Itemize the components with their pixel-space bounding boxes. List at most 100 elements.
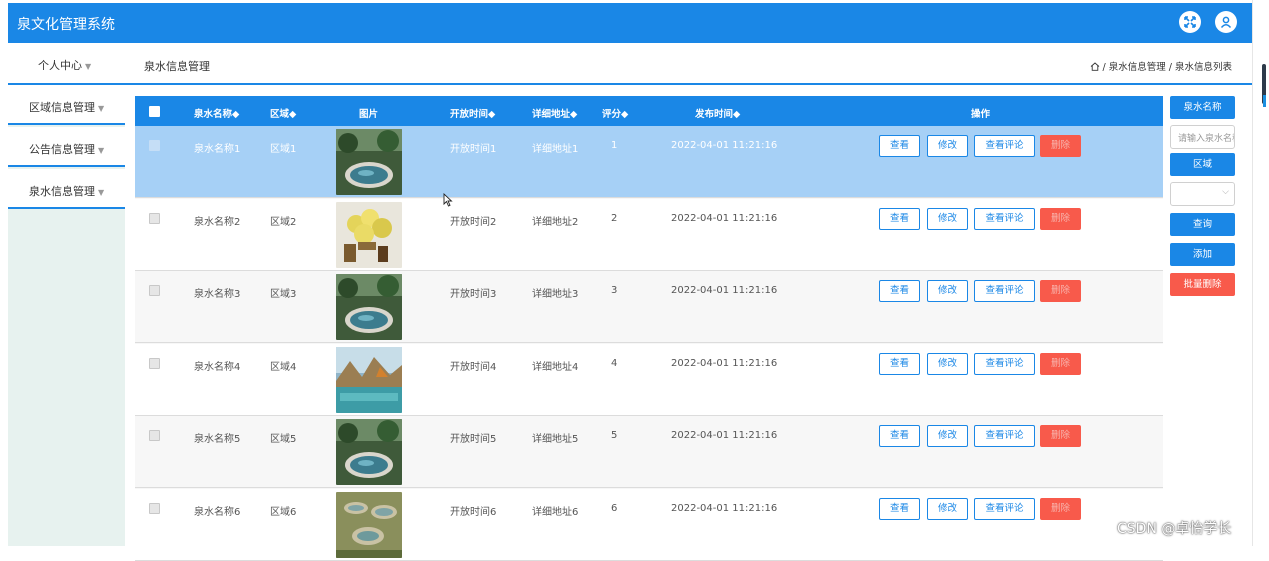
table-row[interactable]: 泉水名称4 区域4 开放时间4 详细地址4 4 2022-04-01 11:21…	[135, 343, 1163, 416]
cell-address: 详细地址4	[532, 361, 579, 373]
table-header: 泉水名称◆ 区域◆ 图片 开放时间◆ 详细地址◆ 评分◆ 发布时间◆ 操作	[135, 96, 1163, 126]
caret-down-icon: ▼	[98, 104, 105, 113]
col-header-address[interactable]: 详细地址◆	[532, 106, 577, 120]
sidebar-item-notice-info[interactable]: 公告信息管理 ▼	[8, 127, 125, 167]
cell-score: 2	[611, 212, 618, 224]
breadcrumb-text: / 泉水信息管理 / 泉水信息列表	[1102, 62, 1232, 73]
row-checkbox[interactable]	[149, 430, 160, 441]
cell-score: 4	[611, 357, 618, 369]
cell-address: 详细地址6	[532, 506, 579, 518]
personal-center-menu[interactable]: 个人中心 ▼	[38, 57, 91, 73]
edit-button[interactable]: 修改	[927, 352, 968, 375]
sidebar-item-label: 区域信息管理	[29, 101, 95, 114]
sidebar-item-region-info[interactable]: 区域信息管理 ▼	[8, 85, 125, 125]
cell-region: 区域4	[270, 361, 297, 373]
view-comments-button[interactable]: 查看评论	[974, 280, 1035, 302]
sidebar: 区域信息管理 ▼ 公告信息管理 ▼ 泉水信息管理 ▼	[8, 85, 125, 546]
view-comments-button[interactable]: 查看评论	[974, 207, 1035, 230]
mouse-cursor-icon	[443, 192, 453, 211]
expand-icon[interactable]	[1179, 11, 1201, 33]
cell-address: 详细地址2	[532, 216, 579, 228]
col-header-region[interactable]: 区域◆	[270, 106, 296, 120]
region-filter-label: 区域	[1170, 153, 1235, 176]
cell-open-time: 开放时间6	[450, 506, 497, 518]
view-button[interactable]: 查看	[879, 425, 920, 447]
cell-score: 3	[611, 285, 618, 296]
edit-button[interactable]: 修改	[927, 207, 968, 230]
view-button[interactable]: 查看	[879, 135, 920, 157]
col-header-score[interactable]: 评分◆	[602, 106, 628, 120]
table-row[interactable]: 泉水名称5 区域5 开放时间5 详细地址5 5 2022-04-01 11:21…	[135, 416, 1163, 488]
view-button[interactable]: 查看	[879, 352, 920, 375]
user-icon[interactable]	[1215, 11, 1237, 33]
delete-button[interactable]: 删除	[1040, 497, 1081, 520]
cell-publish-time: 2022-04-01 11:21:16	[671, 212, 778, 224]
batch-delete-button[interactable]: 批量删除	[1170, 273, 1235, 296]
row-checkbox[interactable]	[149, 140, 160, 151]
select-all-checkbox[interactable]	[149, 106, 160, 117]
view-comments-button[interactable]: 查看评论	[974, 497, 1035, 520]
cell-open-time: 开放时间5	[450, 434, 497, 445]
row-checkbox[interactable]	[149, 285, 160, 296]
cell-publish-time: 2022-04-01 11:21:16	[671, 430, 778, 441]
view-button[interactable]: 查看	[879, 280, 920, 302]
table-row[interactable]: 泉水名称3 区域3 开放时间3 详细地址3 3 2022-04-01 11:21…	[135, 271, 1163, 343]
cell-publish-time: 2022-04-01 11:21:16	[671, 285, 778, 296]
cell-publish-time: 2022-04-01 11:21:16	[671, 502, 778, 514]
col-header-open-time[interactable]: 开放时间◆	[450, 106, 495, 120]
app-title: 泉文化管理系统	[17, 17, 115, 33]
delete-button[interactable]: 删除	[1040, 135, 1081, 157]
cell-name: 泉水名称2	[194, 216, 241, 228]
chevron-down-icon: ⌵	[1222, 187, 1229, 197]
col-header-name[interactable]: 泉水名称◆	[194, 106, 239, 120]
home-icon[interactable]	[1090, 62, 1100, 71]
view-comments-button[interactable]: 查看评论	[974, 425, 1035, 447]
edit-button[interactable]: 修改	[927, 280, 968, 302]
table-row[interactable]: 泉水名称6 区域6 开放时间6 详细地址6 6 2022-04-01 11:21…	[135, 488, 1163, 561]
query-button[interactable]: 查询	[1170, 213, 1235, 236]
view-button[interactable]: 查看	[879, 497, 920, 520]
cell-score: 5	[611, 430, 618, 441]
caret-down-icon: ▼	[98, 146, 105, 155]
delete-button[interactable]: 删除	[1040, 207, 1081, 230]
cell-region: 区域5	[270, 434, 297, 445]
view-comments-button[interactable]: 查看评论	[974, 352, 1035, 375]
cell-region: 区域3	[270, 289, 297, 300]
row-checkbox[interactable]	[149, 212, 160, 224]
region-select[interactable]: ⌵	[1170, 182, 1235, 206]
name-search-input[interactable]: 请输入泉水名称	[1170, 125, 1235, 149]
window-scrollbar[interactable]	[1252, 0, 1269, 546]
table-row[interactable]: 泉水名称2 区域2 开放时间2 详细地址2 2 2022-04-01 11:21…	[135, 198, 1163, 271]
page-title: 泉水信息管理	[144, 60, 210, 73]
delete-button[interactable]: 删除	[1040, 352, 1081, 375]
view-comments-button[interactable]: 查看评论	[974, 135, 1035, 157]
cell-name: 泉水名称6	[194, 506, 241, 518]
row-checkbox[interactable]	[149, 502, 160, 514]
cell-region: 区域1	[270, 144, 297, 155]
cell-address: 详细地址5	[532, 434, 579, 445]
personal-center-label: 个人中心	[38, 59, 82, 72]
view-button[interactable]: 查看	[879, 207, 920, 230]
name-filter-label: 泉水名称	[1170, 96, 1235, 119]
cell-publish-time: 2022-04-01 11:21:16	[671, 140, 778, 151]
delete-button[interactable]: 删除	[1040, 425, 1081, 447]
row-checkbox[interactable]	[149, 357, 160, 369]
caret-down-icon: ▼	[98, 188, 105, 197]
edit-button[interactable]: 修改	[927, 135, 968, 157]
cell-region: 区域6	[270, 506, 297, 518]
cell-address: 详细地址3	[532, 289, 579, 300]
delete-button[interactable]: 删除	[1040, 280, 1081, 302]
table-row[interactable]: 泉水名称1 区域1 开放时间1 详细地址1 1 2022-04-01 11:21…	[135, 126, 1163, 198]
cell-region: 区域2	[270, 216, 297, 228]
sidebar-item-spring-info[interactable]: 泉水信息管理 ▼	[8, 169, 125, 209]
cell-publish-time: 2022-04-01 11:21:16	[671, 357, 778, 369]
edit-button[interactable]: 修改	[927, 497, 968, 520]
cell-name: 泉水名称3	[194, 289, 241, 300]
col-header-publish-time[interactable]: 发布时间◆	[695, 106, 740, 120]
cell-address: 详细地址1	[532, 144, 579, 155]
add-button[interactable]: 添加	[1170, 243, 1235, 266]
spring-table: 泉水名称◆ 区域◆ 图片 开放时间◆ 详细地址◆ 评分◆ 发布时间◆ 操作 泉水…	[135, 96, 1163, 561]
edit-button[interactable]: 修改	[927, 425, 968, 447]
cell-name: 泉水名称1	[194, 144, 241, 155]
cell-score: 1	[611, 140, 618, 151]
